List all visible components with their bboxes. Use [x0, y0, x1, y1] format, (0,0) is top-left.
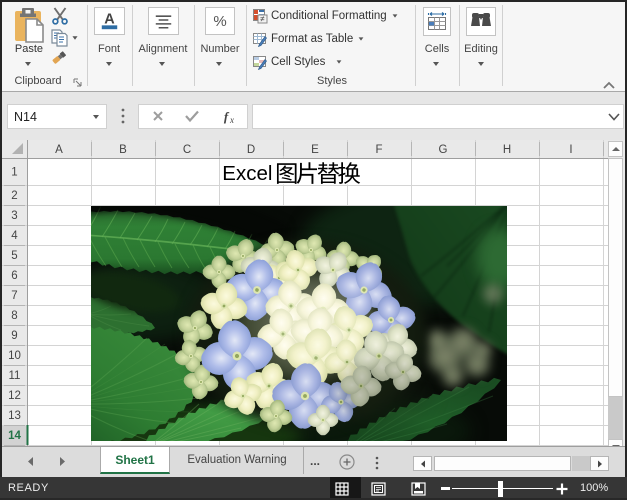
svg-text:9: 9 — [11, 330, 17, 342]
svg-text:G: G — [439, 144, 448, 156]
svg-text:A: A — [55, 144, 63, 156]
svg-text:8: 8 — [11, 310, 17, 322]
svg-text:3: 3 — [11, 210, 17, 222]
svg-text:x: x — [229, 115, 234, 125]
svg-text:14: 14 — [8, 430, 21, 442]
svg-text:I: I — [569, 144, 572, 156]
svg-text:13: 13 — [8, 410, 21, 422]
svg-text:4: 4 — [11, 230, 18, 242]
svg-text:B: B — [119, 144, 127, 156]
svg-text:H: H — [503, 144, 511, 156]
svg-text:F: F — [375, 144, 382, 156]
svg-text:5: 5 — [11, 250, 17, 262]
svg-text:A: A — [104, 11, 115, 27]
svg-text:11: 11 — [9, 370, 21, 382]
svg-text:1: 1 — [11, 167, 17, 179]
svg-text:E: E — [311, 144, 319, 156]
svg-text:12: 12 — [8, 390, 21, 402]
svg-text:10: 10 — [8, 350, 21, 362]
svg-text:7: 7 — [11, 290, 17, 302]
svg-text:D: D — [247, 144, 255, 156]
svg-text:%: % — [213, 13, 226, 30]
svg-text:C: C — [183, 144, 191, 156]
svg-text:6: 6 — [11, 270, 17, 282]
svg-text:≠: ≠ — [260, 15, 265, 24]
svg-text:f: f — [224, 109, 230, 124]
svg-text:Excel: Excel — [222, 162, 272, 185]
svg-text:2: 2 — [11, 190, 17, 202]
